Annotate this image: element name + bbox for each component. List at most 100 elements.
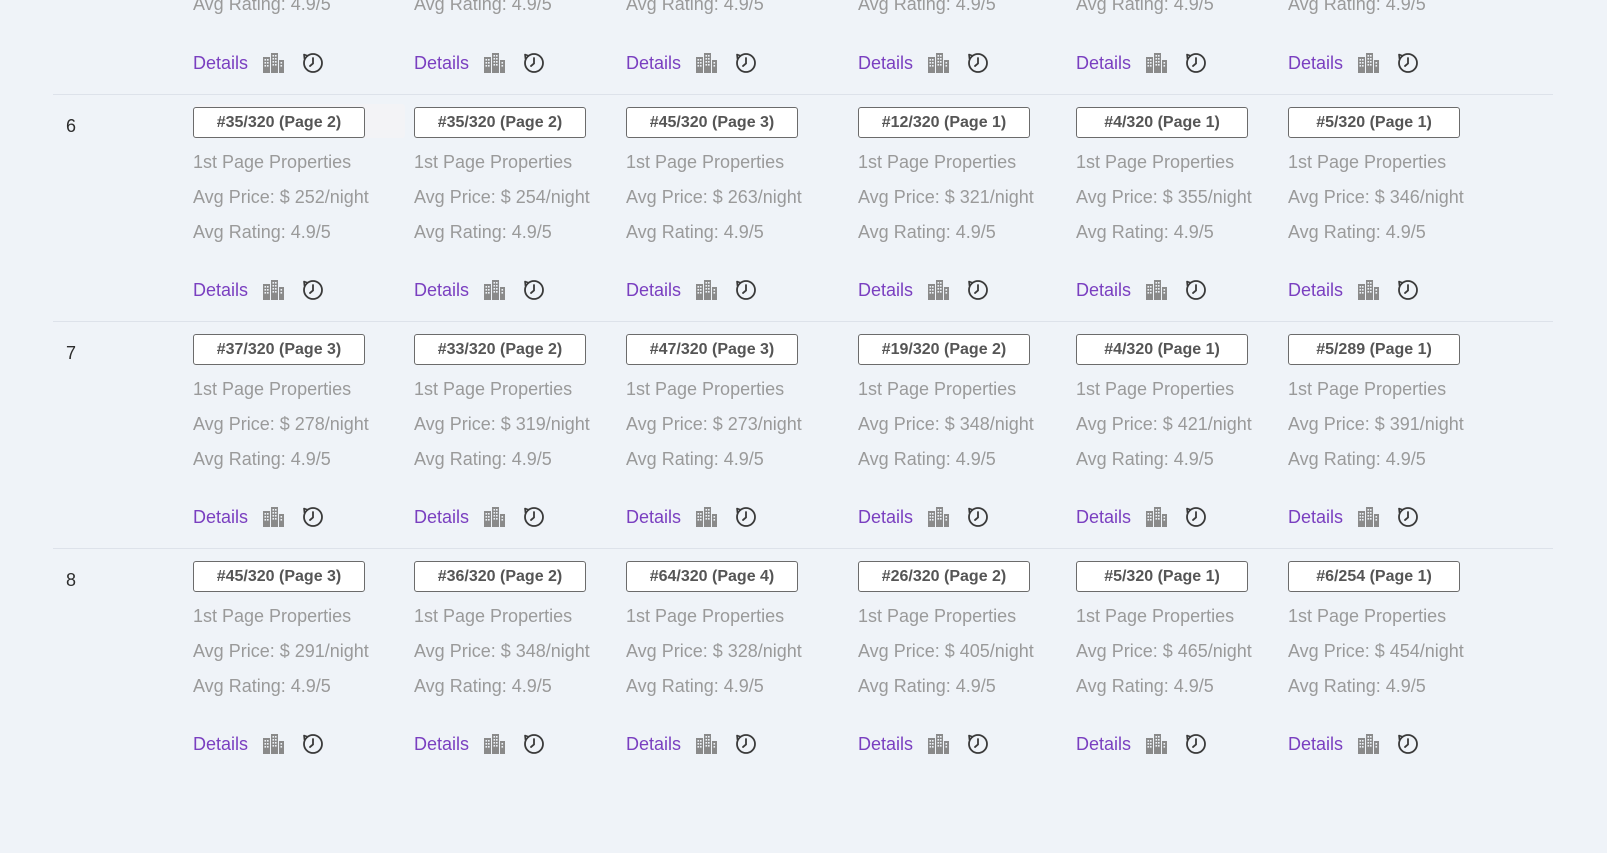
building-icon[interactable]: [694, 732, 718, 756]
building-icon[interactable]: [261, 51, 285, 75]
building-icon[interactable]: [261, 732, 285, 756]
cell-actions: Details: [193, 51, 333, 75]
first-page-label: 1st Page Properties: [1076, 379, 1235, 399]
history-icon[interactable]: [734, 505, 758, 529]
rank-badge[interactable]: #36/320 (Page 2): [414, 561, 586, 592]
avg-rating: Avg Rating: 4.9/5: [858, 0, 996, 14]
details-link[interactable]: Details: [414, 53, 469, 74]
building-icon[interactable]: [482, 51, 506, 75]
details-link[interactable]: Details: [1288, 507, 1343, 528]
building-icon[interactable]: [926, 278, 950, 302]
history-icon[interactable]: [1396, 505, 1420, 529]
history-icon[interactable]: [1396, 732, 1420, 756]
rank-badge[interactable]: #35/320 (Page 2): [193, 107, 365, 138]
building-icon[interactable]: [1356, 278, 1380, 302]
details-link[interactable]: Details: [414, 507, 469, 528]
details-link[interactable]: Details: [858, 280, 913, 301]
history-icon[interactable]: [1184, 51, 1208, 75]
history-icon[interactable]: [522, 51, 546, 75]
details-link[interactable]: Details: [858, 53, 913, 74]
building-icon[interactable]: [694, 278, 718, 302]
building-icon[interactable]: [482, 732, 506, 756]
details-link[interactable]: Details: [414, 734, 469, 755]
rank-badge[interactable]: #35/320 (Page 2): [414, 107, 586, 138]
history-icon[interactable]: [966, 51, 990, 75]
details-link[interactable]: Details: [193, 53, 248, 74]
cell-actions: Details: [1288, 278, 1428, 302]
building-icon[interactable]: [482, 278, 506, 302]
history-icon[interactable]: [522, 732, 546, 756]
building-icon[interactable]: [1356, 505, 1380, 529]
history-icon[interactable]: [301, 278, 325, 302]
details-link[interactable]: Details: [1288, 734, 1343, 755]
building-icon[interactable]: [1144, 51, 1168, 75]
details-link[interactable]: Details: [858, 507, 913, 528]
history-icon[interactable]: [301, 732, 325, 756]
rank-badge[interactable]: #5/320 (Page 1): [1076, 561, 1248, 592]
details-link[interactable]: Details: [626, 53, 681, 74]
rank-badge[interactable]: #5/320 (Page 1): [1288, 107, 1460, 138]
table-row: 6 #35/320 (Page 2) 1st Page Properties Avg …: [0, 94, 1607, 321]
history-icon[interactable]: [734, 51, 758, 75]
building-icon[interactable]: [1356, 732, 1380, 756]
rank-badge[interactable]: #6/254 (Page 1): [1288, 561, 1460, 592]
rank-badge[interactable]: #5/289 (Page 1): [1288, 334, 1460, 365]
details-link[interactable]: Details: [193, 734, 248, 755]
history-icon[interactable]: [522, 278, 546, 302]
rank-badge[interactable]: #4/320 (Page 1): [1076, 107, 1248, 138]
rank-badge[interactable]: #45/320 (Page 3): [193, 561, 365, 592]
building-icon[interactable]: [926, 732, 950, 756]
rank-badge[interactable]: #64/320 (Page 4): [626, 561, 798, 592]
building-icon[interactable]: [482, 505, 506, 529]
history-icon[interactable]: [301, 505, 325, 529]
history-icon[interactable]: [966, 732, 990, 756]
details-link[interactable]: Details: [626, 734, 681, 755]
building-icon[interactable]: [694, 505, 718, 529]
building-icon[interactable]: [926, 505, 950, 529]
rank-badge[interactable]: #37/320 (Page 3): [193, 334, 365, 365]
rank-badge[interactable]: #45/320 (Page 3): [626, 107, 798, 138]
history-icon[interactable]: [966, 278, 990, 302]
rank-badge[interactable]: #26/320 (Page 2): [858, 561, 1030, 592]
first-page-label: 1st Page Properties: [1076, 152, 1235, 172]
history-icon[interactable]: [1184, 278, 1208, 302]
avg-price: Avg Price: $ 263/night: [626, 187, 802, 207]
details-link[interactable]: Details: [193, 507, 248, 528]
rank-badge[interactable]: #4/320 (Page 1): [1076, 334, 1248, 365]
details-link[interactable]: Details: [1076, 280, 1131, 301]
history-icon[interactable]: [734, 278, 758, 302]
table-cell: #45/320 (Page 3) 1st Page Properties Avg P…: [626, 94, 836, 321]
history-icon[interactable]: [301, 51, 325, 75]
details-link[interactable]: Details: [193, 280, 248, 301]
building-icon[interactable]: [261, 505, 285, 529]
building-icon[interactable]: [694, 51, 718, 75]
building-icon[interactable]: [926, 51, 950, 75]
history-icon[interactable]: [734, 732, 758, 756]
rank-badge[interactable]: #12/320 (Page 1): [858, 107, 1030, 138]
history-icon[interactable]: [522, 505, 546, 529]
first-page-label: 1st Page Properties: [193, 152, 352, 172]
details-link[interactable]: Details: [1076, 53, 1131, 74]
history-icon[interactable]: [1396, 278, 1420, 302]
details-link[interactable]: Details: [626, 507, 681, 528]
building-icon[interactable]: [1144, 732, 1168, 756]
building-icon[interactable]: [1356, 51, 1380, 75]
building-icon[interactable]: [261, 278, 285, 302]
history-icon[interactable]: [966, 505, 990, 529]
building-icon[interactable]: [1144, 278, 1168, 302]
rank-badge[interactable]: #19/320 (Page 2): [858, 334, 1030, 365]
building-icon[interactable]: [1144, 505, 1168, 529]
rank-badge[interactable]: #33/320 (Page 2): [414, 334, 586, 365]
details-link[interactable]: Details: [1288, 280, 1343, 301]
history-icon[interactable]: [1184, 732, 1208, 756]
avg-rating: Avg Rating: 4.9/5: [1076, 0, 1214, 14]
history-icon[interactable]: [1184, 505, 1208, 529]
details-link[interactable]: Details: [1288, 53, 1343, 74]
details-link[interactable]: Details: [414, 280, 469, 301]
details-link[interactable]: Details: [1076, 734, 1131, 755]
history-icon[interactable]: [1396, 51, 1420, 75]
rank-badge[interactable]: #47/320 (Page 3): [626, 334, 798, 365]
details-link[interactable]: Details: [626, 280, 681, 301]
details-link[interactable]: Details: [858, 734, 913, 755]
details-link[interactable]: Details: [1076, 507, 1131, 528]
